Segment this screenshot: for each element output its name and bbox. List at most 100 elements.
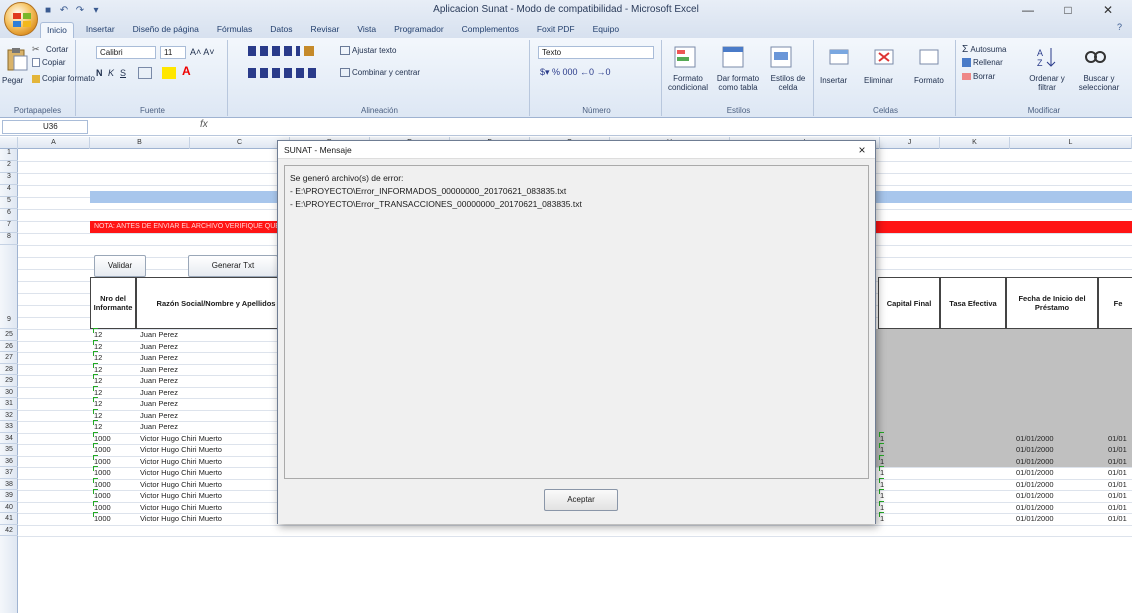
row-header[interactable]: 32 — [0, 410, 18, 421]
table-cell[interactable]: Victor Hugo Chiri Muerto — [140, 434, 222, 443]
table-cell[interactable]: Juan Perez — [140, 365, 178, 374]
table-cell[interactable]: 1 — [878, 477, 885, 489]
table-cell[interactable]: 1000 — [93, 431, 111, 443]
table-cell[interactable]: 1000 — [93, 512, 111, 523]
format-cells-icon[interactable] — [916, 44, 942, 70]
table-cell[interactable]: Victor Hugo Chiri Muerto — [140, 468, 222, 477]
wrap-text-button[interactable]: Ajustar texto — [340, 46, 396, 56]
tab-foxit-pdf[interactable]: Foxit PDF — [531, 22, 581, 38]
row-header[interactable]: 31 — [0, 398, 18, 410]
column-header[interactable]: L — [1010, 137, 1132, 149]
table-cell[interactable]: Victor Hugo Chiri Muerto — [140, 514, 222, 523]
tab-equipo[interactable]: Equipo — [587, 22, 625, 38]
orientation-icon[interactable] — [304, 46, 314, 56]
table-cell[interactable]: 01/01/2000 — [1016, 514, 1054, 523]
table-cell[interactable]: Juan Perez — [140, 388, 178, 397]
tab-insertar[interactable]: Insertar — [80, 22, 121, 38]
dialog-close-button[interactable]: × — [853, 141, 871, 159]
row-header[interactable]: 37 — [0, 467, 18, 479]
row-header[interactable]: 33 — [0, 421, 18, 433]
row-header[interactable]: 2 — [0, 161, 18, 173]
fx-icon[interactable]: fx — [200, 119, 208, 130]
row-header[interactable]: 42 — [0, 525, 18, 536]
paste-icon[interactable] — [4, 46, 30, 72]
row-header[interactable]: 8 — [0, 233, 18, 245]
insert-cells-icon[interactable] — [826, 44, 852, 70]
table-cell[interactable]: 01/01 — [1108, 480, 1127, 489]
table-cell[interactable]: 1000 — [93, 466, 111, 477]
table-cell[interactable]: 12 — [92, 385, 102, 397]
vertical-align-icon[interactable] — [248, 46, 300, 56]
table-cell[interactable]: 12 — [92, 374, 102, 385]
format-as-table-button[interactable]: Dar formato como tabla — [712, 74, 764, 92]
delete-cells-button[interactable]: Eliminar — [864, 76, 893, 85]
formula-input[interactable] — [218, 120, 1118, 134]
row-header[interactable]: 39 — [0, 490, 18, 502]
table-cell[interactable]: 1000 — [93, 454, 111, 466]
table-cell[interactable]: 12 — [92, 397, 102, 408]
cell-styles-button[interactable]: Estilos de celda — [764, 74, 812, 92]
table-cell[interactable]: 01/01 — [1108, 514, 1127, 523]
table-cell[interactable]: Juan Perez — [140, 376, 178, 385]
tab-vista[interactable]: Vista — [351, 22, 382, 38]
table-cell[interactable]: 01/01/2000 — [1016, 434, 1054, 443]
row-header[interactable]: 7 — [0, 221, 18, 233]
font-name-combo[interactable]: Calibri — [96, 46, 156, 59]
aceptar-button[interactable]: Aceptar — [544, 489, 618, 511]
table-cell[interactable]: 1 — [878, 500, 885, 512]
row-header[interactable]: 27 — [0, 352, 18, 364]
insert-cells-button[interactable]: Insertar — [820, 76, 847, 85]
table-cell[interactable]: 1000 — [93, 443, 111, 454]
table-cell[interactable]: Victor Hugo Chiri Muerto — [140, 480, 222, 489]
row-header[interactable]: 6 — [0, 209, 18, 221]
number-format-combo[interactable]: Texto — [538, 46, 654, 59]
table-cell[interactable]: 12 — [92, 362, 102, 374]
table-cell[interactable]: 01/01 — [1108, 503, 1127, 512]
table-cell[interactable]: Juan Perez — [140, 353, 178, 362]
table-cell[interactable]: 01/01 — [1108, 468, 1127, 477]
copy-button[interactable]: Copiar — [32, 58, 66, 68]
table-cell[interactable]: 01/01 — [1108, 445, 1127, 454]
table-cell[interactable]: 1 — [878, 443, 885, 454]
table-cell[interactable]: Victor Hugo Chiri Muerto — [140, 503, 222, 512]
conditional-format-icon[interactable] — [672, 44, 698, 70]
row-header[interactable]: 29 — [0, 375, 18, 387]
table-cell[interactable]: 01/01 — [1108, 434, 1127, 443]
format-as-table-icon[interactable] — [720, 44, 746, 70]
restore-button[interactable]: □ — [1048, 0, 1088, 20]
sort-filter-button[interactable]: Ordenar y filtrar — [1024, 74, 1070, 92]
row-header[interactable]: 4 — [0, 185, 18, 197]
generar-txt-button[interactable]: Generar Txt — [188, 255, 278, 277]
tab-revisar[interactable]: Revisar — [305, 22, 346, 38]
table-cell[interactable]: Juan Perez — [140, 411, 178, 420]
find-select-icon[interactable] — [1082, 44, 1108, 70]
table-cell[interactable]: 1 — [878, 431, 885, 443]
format-cells-button[interactable]: Formato — [914, 76, 944, 85]
table-cell[interactable]: 1 — [878, 512, 885, 523]
column-header[interactable]: A — [18, 137, 90, 149]
table-cell[interactable]: 12 — [92, 420, 102, 431]
row-header[interactable]: 30 — [0, 387, 18, 398]
underline-button[interactable]: S — [120, 68, 126, 78]
row-header[interactable]: 34 — [0, 433, 18, 444]
font-size-combo[interactable]: 11 — [160, 46, 186, 59]
row-header[interactable]: 9 — [0, 245, 18, 329]
table-cell[interactable]: 01/01/2000 — [1016, 468, 1054, 477]
delete-cells-icon[interactable] — [871, 44, 897, 70]
merge-center-button[interactable]: Combinar y centrar — [340, 68, 420, 78]
table-cell[interactable]: 1 — [878, 489, 885, 500]
horizontal-align-icon[interactable] — [248, 68, 316, 78]
row-header[interactable]: 41 — [0, 513, 18, 525]
table-cell[interactable]: 1 — [878, 454, 885, 466]
table-cell[interactable]: 1000 — [93, 500, 111, 512]
conditional-format-button[interactable]: Formato condicional — [664, 74, 712, 92]
minimize-button[interactable]: — — [1008, 0, 1048, 20]
table-cell[interactable]: 01/01/2000 — [1016, 457, 1054, 466]
help-icon[interactable]: ? — [1117, 22, 1122, 32]
select-all-corner[interactable] — [0, 137, 18, 149]
autosum-button[interactable]: Σ Autosuma — [962, 44, 1006, 55]
tab-programador[interactable]: Programador — [388, 22, 450, 38]
tab-inicio[interactable]: Inicio — [40, 22, 74, 38]
name-box[interactable]: U36 — [2, 120, 88, 134]
sort-filter-icon[interactable]: AZ — [1034, 44, 1060, 70]
